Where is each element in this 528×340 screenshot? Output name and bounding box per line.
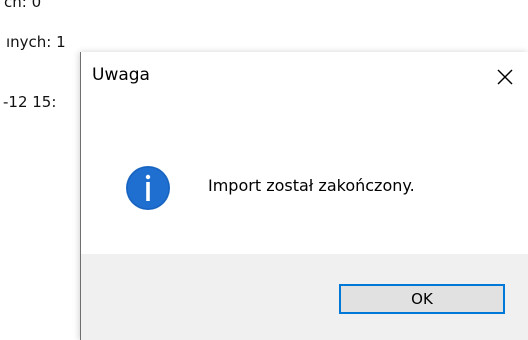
ok-button[interactable]: OK bbox=[339, 284, 505, 314]
background-text-line: ınych: 1 bbox=[6, 33, 66, 51]
info-icon bbox=[126, 166, 170, 210]
dialog-footer: OK bbox=[81, 254, 528, 340]
dialog-content: Import został zakończony. bbox=[81, 102, 528, 254]
dialog-message: Import został zakończony. bbox=[208, 176, 415, 195]
dialog-title: Uwaga bbox=[92, 65, 150, 85]
close-button[interactable] bbox=[482, 52, 528, 102]
dialog-titlebar[interactable]: Uwaga bbox=[81, 52, 528, 102]
close-icon bbox=[497, 69, 513, 85]
message-dialog: Uwaga Import został zakończony. OK bbox=[80, 52, 528, 340]
background-text-line: -12 15: bbox=[3, 93, 57, 111]
background-text-line: ch: 0 bbox=[4, 0, 42, 11]
